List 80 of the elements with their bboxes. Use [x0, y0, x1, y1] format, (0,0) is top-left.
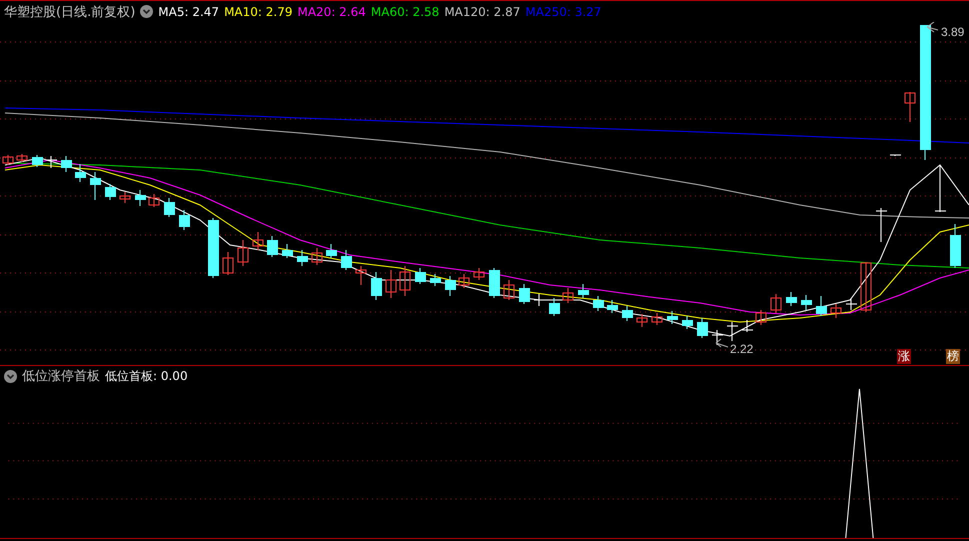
candlestick: [786, 292, 797, 306]
candlestick: [593, 296, 604, 312]
candlestick: [652, 312, 662, 326]
candlestick: [252, 232, 264, 250]
candlestick: [726, 322, 738, 342]
candlestick: [636, 314, 648, 328]
indicator-value: MA10: 2.79: [224, 4, 292, 18]
candlestick: [164, 198, 175, 218]
price-label: 2.22: [730, 342, 754, 356]
stock-title: 华塑控股(日线.前复权): [4, 4, 136, 20]
candlestick: [148, 194, 160, 208]
leader-line: [716, 338, 728, 348]
candlestick: [75, 164, 86, 182]
candlestick: [267, 236, 278, 258]
indicator-value: MA5: 2.47: [158, 4, 220, 18]
candlestick: [430, 274, 441, 286]
candlestick: [890, 154, 902, 156]
indicator-value: MA60: 2.58: [370, 4, 440, 18]
candlestick: [445, 276, 456, 296]
candlestick: [179, 210, 190, 230]
candlestick: [519, 284, 530, 304]
indicator-value: MA120: 2.87: [444, 4, 520, 18]
candlestick: [16, 154, 28, 162]
candlestick: [489, 268, 500, 298]
candlestick: [458, 274, 470, 288]
leader-line: [926, 22, 938, 32]
candlestick: [326, 244, 337, 258]
candlestick: [697, 318, 708, 338]
candlestick: [578, 284, 589, 298]
candlestick: [770, 294, 782, 314]
candlestick: [120, 192, 130, 204]
candlestick: [934, 164, 946, 212]
candlestick: [904, 92, 916, 122]
candlestick: [712, 330, 724, 346]
candlestick: [415, 268, 426, 284]
candlestick: [312, 248, 322, 266]
candlestick: [356, 266, 366, 286]
candlestick: [876, 208, 888, 242]
signal-tag: 涨: [897, 349, 911, 364]
candlestick: [2, 154, 14, 166]
candlestick: [534, 294, 546, 306]
dropdown-icon[interactable]: [4, 370, 17, 383]
candlestick: [682, 316, 693, 330]
candlestick: [504, 280, 514, 300]
candlestick: [667, 310, 678, 324]
candlestick: [341, 250, 352, 270]
candlestick: [950, 224, 961, 268]
candlestick: [549, 298, 560, 316]
signal-tag: 榜: [946, 349, 960, 364]
indicator-value: MA250: 3.27: [525, 4, 602, 18]
candlestick: [742, 320, 754, 332]
candlestick: [801, 294, 812, 310]
candlestick: [32, 154, 43, 168]
candlestick: [61, 156, 72, 172]
candlestick: [756, 310, 766, 326]
candlestick: [816, 296, 827, 316]
candlestick: [238, 240, 248, 266]
price-label: 3.89: [941, 25, 964, 39]
candlestick: [222, 252, 234, 276]
candlestick: [846, 298, 858, 310]
indicator-title: 低位涨停首板: [22, 368, 100, 386]
candlestick: [46, 156, 58, 168]
candlestick: [830, 304, 842, 318]
candlestick: [371, 272, 382, 300]
candlestick: [622, 306, 633, 322]
dropdown-icon[interactable]: [140, 5, 154, 18]
candlestick: [282, 244, 293, 258]
candlestick: [105, 184, 116, 200]
candlestick: [474, 268, 484, 280]
indicator-value: MA20: 2.64: [297, 4, 366, 18]
candlestick: [90, 172, 101, 200]
candlestick: [860, 262, 872, 312]
candlestick: [400, 266, 410, 296]
candlestick: [386, 270, 396, 298]
candlestick: [135, 190, 146, 206]
candlestick: [607, 300, 618, 314]
candlestick: [562, 288, 574, 304]
indicator-value: 低位首板: 0.00: [105, 368, 188, 385]
candlestick: [208, 218, 219, 278]
candlestick: [297, 250, 308, 266]
